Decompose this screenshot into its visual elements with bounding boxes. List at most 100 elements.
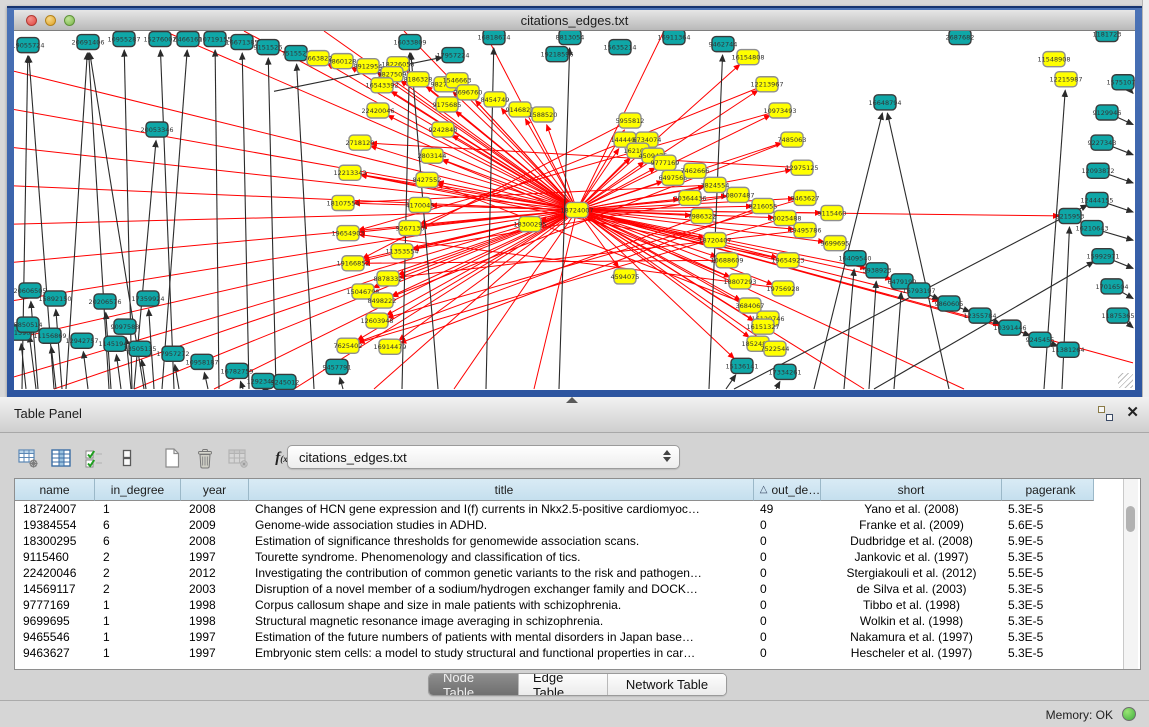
network-node[interactable]: 11548908 — [1037, 52, 1070, 67]
network-node[interactable]: 12093872 — [1081, 163, 1114, 178]
column-header-in-degree[interactable]: in_degree — [95, 479, 181, 501]
network-node[interactable]: 8216055 — [749, 198, 778, 213]
table-row[interactable]: 911546021997Tourette syndrome. Phenomeno… — [15, 549, 1094, 565]
network-node[interactable]: 17957224 — [436, 48, 469, 63]
network-node[interactable]: 3824554 — [701, 177, 730, 192]
network-node[interactable]: 12213967 — [750, 77, 783, 92]
network-node[interactable]: 4594075 — [611, 269, 640, 284]
network-node[interactable]: 16818674 — [477, 31, 510, 45]
column-header-short[interactable]: short — [821, 479, 1002, 501]
network-node[interactable]: 18107554 — [326, 195, 359, 210]
network-node[interactable]: 7663822 — [304, 51, 333, 66]
network-node[interactable]: 12215987 — [1049, 72, 1082, 87]
network-node[interactable]: 12603948 — [360, 313, 393, 328]
network-node[interactable]: 12942757 — [65, 333, 98, 348]
network-node[interactable]: 9699695 — [821, 236, 850, 251]
column-header-year[interactable]: year — [181, 479, 249, 501]
network-node[interactable]: 7462666 — [681, 163, 710, 178]
rows-button[interactable] — [113, 444, 141, 472]
table-row[interactable]: 969969511998Structural magnetic resonanc… — [15, 613, 1094, 629]
network-node[interactable]: 15992971 — [1086, 249, 1119, 264]
column-header-pagerank[interactable]: pagerank — [1002, 479, 1094, 501]
network-node[interactable]: 16911364 — [657, 31, 690, 45]
table-dropdown[interactable]: citations_edges.txt — [287, 445, 680, 469]
network-node[interactable]: 4170045 — [406, 197, 435, 212]
network-node[interactable]: 7485063 — [778, 132, 807, 147]
network-canvas[interactable]: 1872400788601288912954182260589827509165… — [14, 31, 1135, 390]
new-table-button[interactable] — [158, 444, 186, 472]
network-node[interactable]: 10391446 — [993, 320, 1026, 335]
network-node[interactable]: 1181723 — [1093, 31, 1122, 42]
network-node[interactable]: 8186328 — [404, 72, 433, 87]
network-node[interactable]: 9267130 — [396, 221, 425, 236]
network-node[interactable]: 2803144 — [418, 148, 447, 163]
delete-table-button[interactable] — [191, 444, 219, 472]
column-header-name[interactable]: name — [15, 479, 95, 501]
network-node[interactable]: 19055724 — [14, 38, 45, 53]
network-node[interactable]: 10688609 — [710, 253, 743, 268]
table-scrollbar[interactable] — [1123, 479, 1138, 669]
network-node[interactable]: 11381264 — [1051, 342, 1084, 357]
network-node[interactable]: 20206576 — [88, 294, 121, 309]
network-node[interactable]: 12444155 — [1080, 192, 1113, 207]
network-window-titlebar[interactable]: citations_edges.txt — [14, 10, 1135, 31]
network-node[interactable]: 9129946 — [1093, 105, 1122, 120]
table-row[interactable]: 1830029562008Estimation of significance … — [15, 533, 1094, 549]
network-node[interactable]: 7625402 — [334, 338, 363, 353]
network-node[interactable]: 2696760 — [454, 85, 483, 100]
network-node[interactable]: 15136141 — [725, 358, 758, 373]
table-row[interactable]: 946554611997Estimation of the future num… — [15, 629, 1094, 645]
resize-grip[interactable] — [1118, 373, 1133, 388]
network-node[interactable]: 5938923 — [863, 263, 892, 278]
network-node[interactable]: 2718120 — [346, 135, 375, 150]
network-node[interactable]: 15635214 — [603, 40, 636, 55]
network-node[interactable]: 9242848 — [429, 122, 458, 137]
network-node[interactable]: 10955287 — [107, 32, 140, 47]
network-node[interactable]: 16914479 — [373, 339, 406, 354]
network-node[interactable]: 9151526 — [254, 40, 283, 55]
network-node[interactable]: 9215953 — [1056, 208, 1085, 223]
table-row[interactable]: 1872400712008Changes of HCN gene express… — [15, 501, 1094, 517]
table-row[interactable]: 1456911722003Disruption of a novel membe… — [15, 581, 1094, 597]
network-node[interactable]: 17334261 — [768, 364, 801, 379]
network-node[interactable]: 19218596 — [540, 47, 573, 62]
scrollbar-thumb[interactable] — [1126, 506, 1135, 532]
close-panel-icon[interactable]: ✕ — [1126, 404, 1139, 422]
network-node[interactable]: 8454749 — [481, 92, 510, 107]
network-node[interactable]: 8498222 — [368, 293, 397, 308]
network-node[interactable]: 9245012 — [271, 374, 300, 389]
network-node[interactable]: 16154808 — [731, 50, 764, 65]
row-selection-button[interactable] — [80, 444, 108, 472]
network-node[interactable]: 9245455 — [1026, 332, 1055, 347]
network-node[interactable]: 8813054 — [556, 31, 585, 45]
network-node[interactable]: 9860605 — [935, 296, 964, 311]
network-node[interactable]: 8878332 — [374, 271, 403, 286]
network-node[interactable]: 19654903 — [331, 226, 364, 241]
table-row[interactable]: 977716911998Corpus callosum shape and si… — [15, 597, 1094, 613]
network-node[interactable]: 16033809 — [393, 35, 426, 50]
tab-network-table[interactable]: Network Table — [608, 674, 726, 695]
table-row[interactable]: 2242004622012Investigating the contribut… — [15, 565, 1094, 581]
network-node[interactable]: 9462744 — [709, 37, 738, 52]
network-node[interactable]: 20691406 — [71, 35, 104, 50]
network-node[interactable]: 16210643 — [1075, 221, 1108, 236]
network-node[interactable]: 17359924 — [131, 291, 164, 306]
network-node[interactable]: 5955812 — [616, 113, 645, 128]
network-node[interactable]: 17016504 — [1095, 279, 1128, 294]
network-node[interactable]: 5850514 — [14, 317, 42, 332]
network-node[interactable]: 9097588 — [111, 319, 140, 334]
network-node[interactable]: 9115460 — [818, 205, 847, 220]
network-node[interactable]: 11875365 — [1101, 308, 1134, 323]
network-node[interactable]: 9457791 — [323, 359, 352, 374]
network-node[interactable]: 7986322 — [688, 208, 717, 223]
network-node[interactable]: 11353554 — [385, 244, 418, 259]
network-node[interactable]: 7522544 — [761, 341, 790, 356]
column-header-title[interactable]: title — [249, 479, 754, 501]
network-node[interactable]: 1588520 — [529, 107, 558, 122]
network-node[interactable]: 15751074 — [1106, 75, 1135, 90]
network-svg[interactable]: 1872400788601288912954182260589827509165… — [14, 31, 1135, 390]
table-settings-button[interactable] — [14, 444, 42, 472]
network-node[interactable]: 2687682 — [946, 31, 975, 45]
network-node[interactable]: 9463627 — [791, 190, 820, 205]
network-node[interactable]: 8427552 — [413, 172, 442, 187]
